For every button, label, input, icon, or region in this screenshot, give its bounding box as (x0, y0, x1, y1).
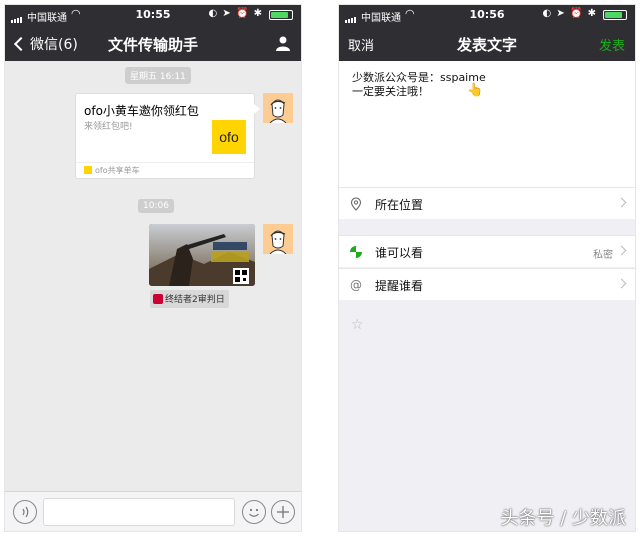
location-pin-icon (350, 197, 362, 211)
chat-header: 微信(6) 文件传输助手 (5, 25, 301, 61)
compose-post-screen: 中国联通 ◠ 10:56 ◐ ➤ ⏰ ✱ 取消 发表文字 发表 少数派公众号是：… (338, 4, 636, 532)
chat-input-bar (5, 491, 301, 531)
visibility-icon (350, 246, 362, 258)
card-title: ofo小黄车邀你领红包 (84, 104, 199, 118)
chat-screen: 中国联通 ◠ 10:55 ◐ ➤ ⏰ ✱ 微信(6) 文件传输助手 星期五 16… (4, 4, 302, 532)
location-row[interactable]: 所在位置 (339, 187, 635, 219)
chevron-right-icon (616, 278, 627, 289)
card-source-label: ofo共享单车 (95, 166, 140, 175)
battery-fill (605, 12, 622, 18)
card-subtitle: 来领红包吧! (84, 122, 133, 132)
message-timestamp: 星期五 16:11 (125, 67, 191, 84)
avatar[interactable] (263, 93, 293, 123)
voice-button[interactable] (13, 500, 37, 524)
profile-icon[interactable] (275, 35, 291, 51)
chevron-right-icon (616, 197, 627, 208)
emoji-icon (249, 508, 259, 517)
voice-icon (22, 506, 29, 518)
location-label: 所在位置 (375, 198, 424, 212)
avatar-illustration-icon (263, 224, 293, 254)
ofo-logo: ofo (212, 120, 246, 154)
more-button[interactable] (271, 500, 295, 524)
message-input[interactable] (43, 498, 235, 526)
card-source: ofo共享单车 (76, 162, 254, 178)
chat-title: 文件传输助手 (107, 36, 198, 54)
emoji-button[interactable] (242, 500, 266, 524)
visibility-label: 谁可以看 (375, 246, 424, 260)
remind-label: 提醒谁看 (375, 279, 424, 293)
link-card-message[interactable]: ofo小黄车邀你领红包 来领红包吧! ofo ofo共享单车 (75, 93, 260, 179)
watermark: 头条号 / 少数派 (500, 508, 626, 529)
battery-icon (603, 10, 627, 20)
status-bar: 中国联通 ◠ 10:56 ◐ ➤ ⏰ ✱ (339, 5, 635, 25)
compose-title: 发表文字 (456, 36, 517, 54)
message-timestamp: 10:06 (138, 199, 174, 213)
svg-text:@: @ (350, 278, 362, 292)
ofo-mini-icon (84, 166, 92, 174)
compose-header: 取消 发表文字 发表 (339, 25, 635, 61)
pointing-up-emoji: 👆 (467, 83, 484, 98)
avatar[interactable] (263, 224, 293, 254)
chevron-right-icon (616, 245, 627, 256)
bubble-tail (254, 104, 260, 114)
image-caption-label: 终结者2审判日 (165, 295, 225, 305)
avatar-illustration-icon (263, 93, 293, 123)
battery-icon (269, 10, 293, 20)
movie-icon (153, 294, 163, 304)
post-text-area[interactable]: 少数派公众号是：sspaime 一定要关注哦！ 👆 (339, 61, 635, 187)
visibility-row[interactable]: 谁可以看 私密 (339, 235, 635, 267)
post-text[interactable]: 少数派公众号是：sspaime 一定要关注哦！ (352, 71, 486, 99)
battery-fill (271, 12, 288, 18)
publish-button[interactable]: 发表 (599, 35, 625, 54)
star-icon[interactable]: ☆ (351, 317, 364, 333)
visibility-value: 私密 (593, 250, 613, 261)
remind-row[interactable]: @ 提醒谁看 (339, 268, 635, 300)
image-message[interactable] (149, 224, 255, 286)
status-icons: ◐ ➤ ⏰ ✱ (208, 8, 263, 19)
status-icons: ◐ ➤ ⏰ ✱ (542, 8, 597, 19)
status-bar: 中国联通 ◠ 10:55 ◐ ➤ ⏰ ✱ (5, 5, 301, 25)
image-caption[interactable]: 终结者2审判日 (150, 290, 229, 308)
game-poster-image (149, 224, 255, 286)
at-sign-icon: @ (350, 278, 362, 292)
plus-icon (277, 506, 289, 518)
